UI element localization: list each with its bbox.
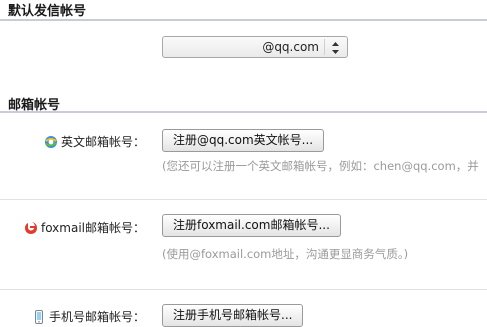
sender-account-value: @qq.com (262, 40, 319, 54)
register-mobile-account-button[interactable]: 注册手机号邮箱帐号... (162, 304, 304, 327)
mobile-phone-icon (32, 309, 46, 324)
row-divider (0, 289, 487, 290)
qq-globe-icon (44, 135, 58, 149)
english-account-label-row: 英文邮箱帐号： (44, 133, 145, 150)
foxmail-account-label: foxmail邮箱帐号： (40, 221, 145, 235)
updown-arrows-icon (324, 39, 347, 55)
register-foxmail-account-button[interactable]: 注册foxmail.com邮箱帐号... (162, 214, 341, 237)
english-account-hint: (您还可以注册一个英文邮箱帐号，例如：chen@qq.com，并 (162, 159, 479, 173)
mobile-account-label-row: 手机号邮箱帐号： (32, 308, 145, 325)
english-account-label: 英文邮箱帐号： (60, 135, 145, 149)
default-sender-title: 默认发信帐号 (8, 4, 87, 19)
section-divider (0, 19, 487, 21)
section-divider (0, 111, 487, 113)
mobile-account-label: 手机号邮箱帐号： (48, 310, 145, 324)
row-divider (0, 199, 487, 200)
sender-account-select[interactable]: @qq.com (162, 36, 348, 58)
register-english-account-button[interactable]: 注册@qq.com英文帐号... (162, 129, 325, 152)
foxmail-account-label-row: foxmail邮箱帐号： (24, 219, 145, 236)
foxmail-account-hint: (使用@foxmail.com地址，沟通更显商务气质。) (162, 247, 409, 261)
foxmail-icon (24, 221, 38, 235)
